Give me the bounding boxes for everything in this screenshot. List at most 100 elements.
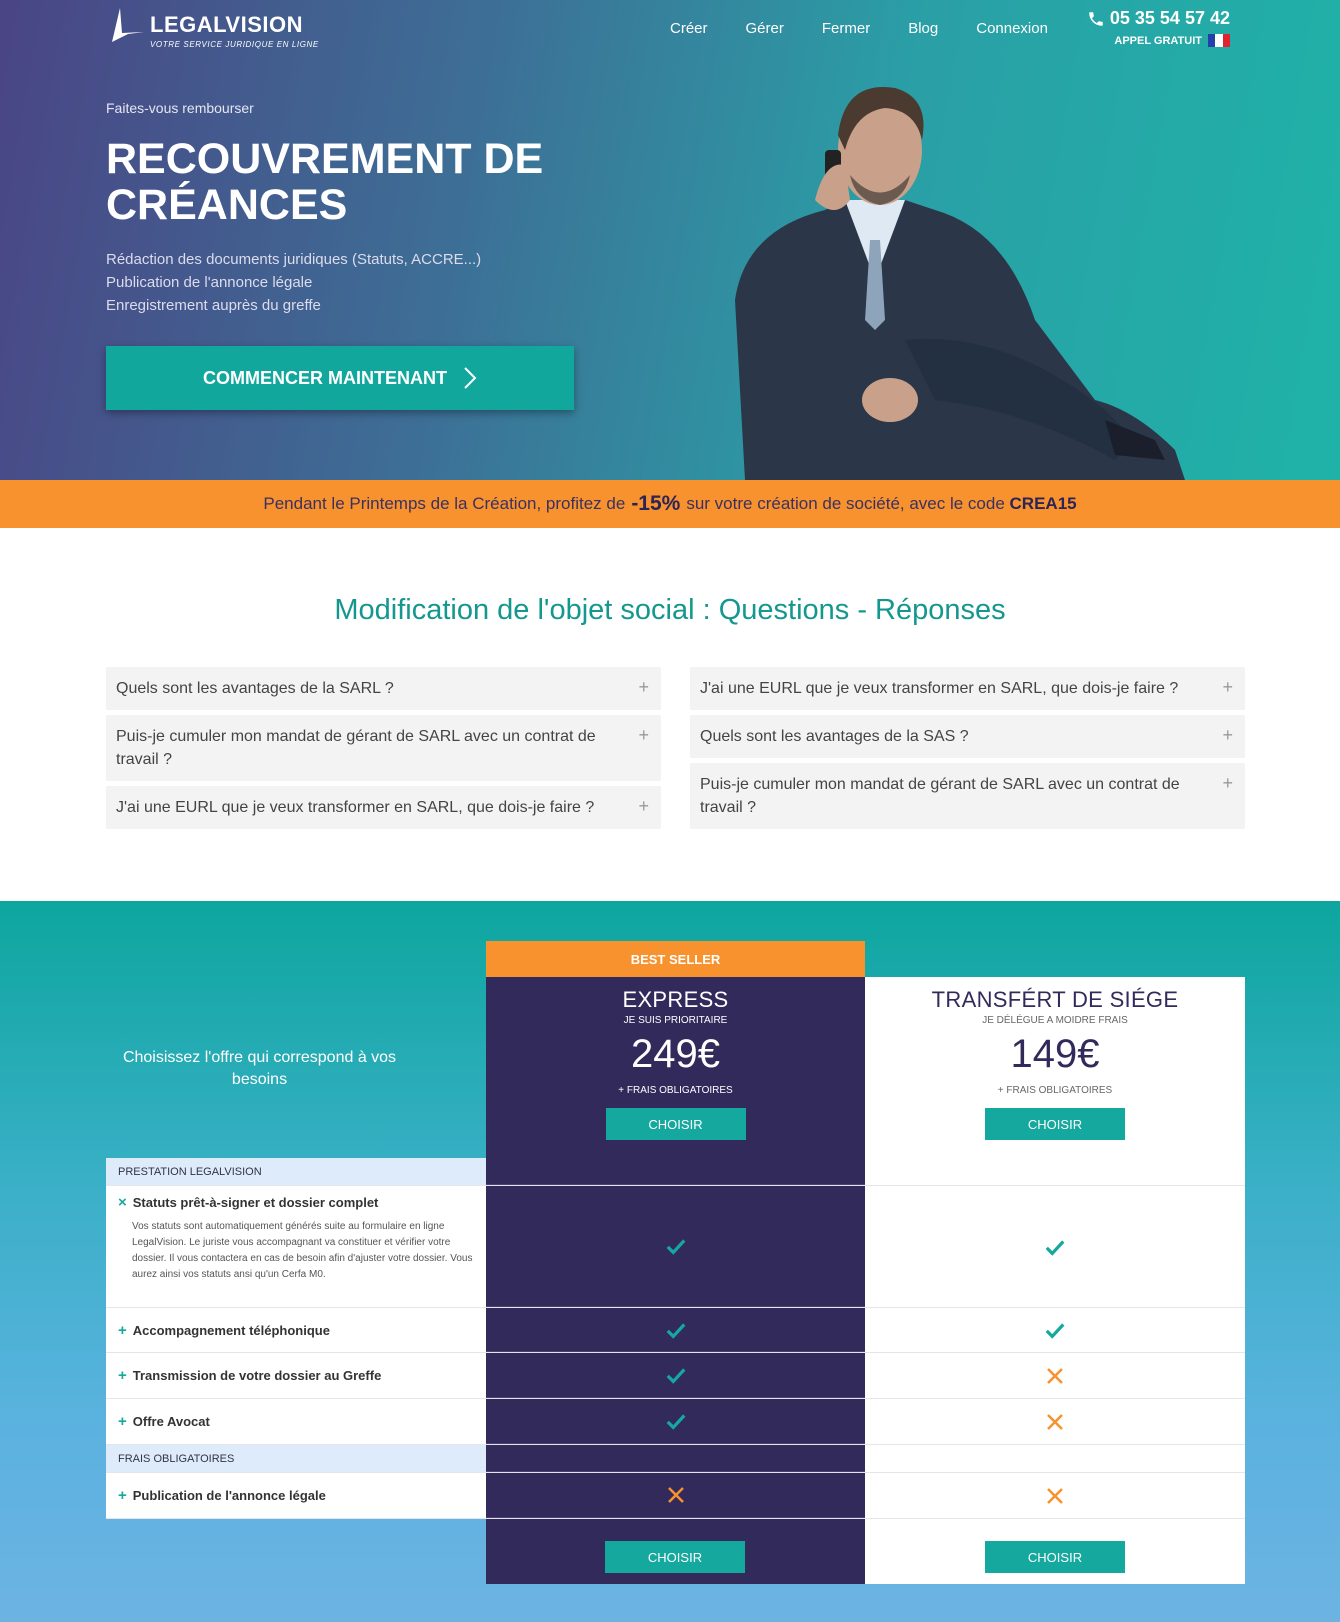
plan-name: TRANSFÉRT DE SIÉGE: [931, 987, 1179, 1012]
check-icon: [1045, 1239, 1065, 1256]
pricing-intro: Choisissez l'offre qui correspond à vos …: [122, 1049, 397, 1088]
faq-item[interactable]: J'ai une EURL que je veux transformer en…: [690, 667, 1245, 710]
faq-item[interactable]: J'ai une EURL que je veux transformer en…: [106, 786, 661, 829]
table-row: + Transmission de votre dossier au Greffe: [106, 1353, 1245, 1399]
plus-icon: +: [118, 1413, 127, 1430]
hero-eyebrow: Faites-vous rembourser: [106, 100, 254, 116]
logo-name: LEGALVISION: [150, 12, 303, 37]
plan-tagline: JE DÉLÉGUE A MOIDRE FRAIS: [982, 1015, 1128, 1026]
table-row: + Publication de l'annonce légale: [106, 1473, 1245, 1519]
section-header-row: FRAIS OBLIGATOIRES: [106, 1445, 1245, 1473]
check-icon: [666, 1368, 685, 1384]
transfer-cell: [865, 1399, 1245, 1444]
nav-connexion[interactable]: Connexion: [976, 20, 1048, 37]
chevron-right-icon: [464, 367, 477, 389]
plan-tagline: JE SUIS PRIORITAIRE: [623, 1015, 728, 1026]
hero-title: RECOUVREMENT DE CRÉANCES: [106, 136, 626, 228]
section-label: PRESTATION LEGALVISION: [106, 1158, 486, 1185]
transfer-cell: [865, 1186, 1245, 1307]
plus-icon: +: [638, 796, 649, 816]
transfer-cell: [865, 1353, 1245, 1398]
cross-icon: [667, 1487, 684, 1503]
choose-express-button[interactable]: CHOISIR: [605, 1108, 746, 1140]
plus-icon: +: [638, 725, 649, 745]
section-header-row: PRESTATION LEGALVISION: [106, 1158, 1245, 1186]
express-cell: [486, 1473, 865, 1518]
pricing-section: BEST SELLER Choisissez l'offre qui corre…: [0, 901, 1340, 1622]
transfer-cell: [865, 1308, 1245, 1352]
hero-bullets: Rédaction des documents juridiques (Stat…: [106, 248, 481, 317]
promo-banner: Pendant le Printemps de la Création, pro…: [0, 480, 1340, 528]
plus-icon: +: [1222, 773, 1233, 793]
logo-tagline: VOTRE SERVICE JURIDIQUE EN LIGNE: [150, 40, 319, 49]
faq-question: J'ai une EURL que je veux transformer en…: [116, 799, 595, 816]
promo-text-before: Pendant le Printemps de la Création, pro…: [263, 494, 626, 513]
express-cell: [486, 1308, 865, 1352]
plus-icon: +: [1222, 725, 1233, 745]
phone-icon: [1089, 11, 1103, 26]
feature-toggle[interactable]: + Offre Avocat: [118, 1413, 210, 1430]
express-cell: [486, 1399, 865, 1444]
feature-label: Statuts prêt-à-signer et dossier complet: [132, 1195, 379, 1210]
logo[interactable]: LEGALVISION VOTRE SERVICE JURIDIQUE EN L…: [108, 6, 319, 49]
table-row: + Accompagnement téléphonique: [106, 1308, 1245, 1353]
faq-item[interactable]: Quels sont les avantages de la SAS ? +: [690, 715, 1245, 758]
best-seller-badge: BEST SELLER: [486, 941, 865, 977]
plus-icon: +: [118, 1367, 127, 1384]
close-icon: ×: [118, 1194, 127, 1211]
faq-question: J'ai une EURL que je veux transformer en…: [700, 680, 1179, 697]
phone-free-label: APPEL GRATUIT: [1114, 34, 1202, 47]
table-row: + Offre Avocat: [106, 1399, 1245, 1445]
faq-section: Modification de l'objet social : Questio…: [0, 528, 1340, 901]
promo-code: CREA15: [1009, 494, 1077, 513]
plan-price: 149€: [1010, 1032, 1100, 1076]
feature-label: Publication de l'annonce légale: [132, 1488, 326, 1503]
plus-icon: +: [118, 1321, 127, 1339]
feature-toggle[interactable]: + Accompagnement téléphonique: [118, 1322, 330, 1339]
nav-blog[interactable]: Blog: [908, 20, 938, 37]
feature-description: Vos statuts sont automatiquement générés…: [132, 1221, 473, 1280]
phone-number: 05 35 54 57 42: [1109, 8, 1230, 28]
express-cell: [486, 1186, 865, 1307]
faq-item[interactable]: Puis-je cumuler mon mandat de gérant de …: [690, 763, 1245, 829]
feature-toggle[interactable]: + Publication de l'annonce légale: [118, 1487, 326, 1504]
plus-icon: +: [118, 1487, 127, 1504]
feature-toggle[interactable]: × Statuts prêt-à-signer et dossier comple…: [118, 1194, 474, 1211]
cross-icon: [1047, 1487, 1063, 1504]
nav-fermer[interactable]: Fermer: [822, 20, 870, 37]
faq-question: Quels sont les avantages de la SAS ?: [700, 728, 969, 745]
france-flag-icon: [1208, 34, 1230, 47]
section-label: FRAIS OBLIGATOIRES: [106, 1445, 486, 1472]
hero-bullet: Publication de l'annonce légale: [106, 274, 313, 291]
transfer-cell: [865, 1473, 1245, 1518]
plus-icon: +: [1222, 677, 1233, 697]
check-icon: [666, 1239, 685, 1255]
choose-express-bottom-button[interactable]: CHOISIR: [605, 1541, 745, 1573]
nav-gerer[interactable]: Gérer: [746, 20, 784, 37]
nav-creer[interactable]: Créer: [670, 20, 708, 37]
comparison-table: PRESTATION LEGALVISION × Statuts prêt-à-s…: [106, 1158, 1245, 1519]
main-nav: Créer Gérer Fermer Blog Connexion: [670, 20, 1086, 37]
feature-label: Accompagnement téléphonique: [132, 1322, 330, 1338]
faq-item[interactable]: Quels sont les avantages de la SARL ? +: [106, 667, 661, 710]
phone-contact[interactable]: 05 35 54 57 42 APPEL GRATUIT: [1087, 8, 1230, 47]
table-row: × Statuts prêt-à-signer et dossier comple…: [106, 1186, 1245, 1308]
faq-item[interactable]: Puis-je cumuler mon mandat de gérant de …: [106, 715, 661, 781]
choose-transfer-button[interactable]: CHOISIR: [985, 1108, 1125, 1140]
plan-price: 249€: [631, 1032, 720, 1076]
logo-icon: [112, 8, 144, 42]
start-now-button[interactable]: COMMENCER MAINTENANT: [106, 346, 574, 410]
feature-label: Offre Avocat: [132, 1414, 210, 1429]
start-now-label: COMMENCER MAINTENANT: [203, 367, 447, 388]
check-icon: [666, 1414, 685, 1430]
check-icon: [666, 1322, 685, 1339]
check-icon: [1045, 1323, 1065, 1339]
hero-bullet: Rédaction des documents juridiques (Stat…: [106, 251, 482, 268]
hero-bullet: Enregistrement auprès du greffe: [106, 297, 321, 314]
hero-section: LEGALVISION VOTRE SERVICE JURIDIQUE EN L…: [0, 0, 1340, 480]
plus-icon: +: [638, 677, 649, 697]
feature-toggle[interactable]: + Transmission de votre dossier au Greffe: [118, 1367, 381, 1384]
choose-transfer-bottom-button[interactable]: CHOISIR: [985, 1541, 1125, 1573]
feature-label: Transmission de votre dossier au Greffe: [132, 1368, 382, 1383]
express-cell: [486, 1353, 865, 1398]
